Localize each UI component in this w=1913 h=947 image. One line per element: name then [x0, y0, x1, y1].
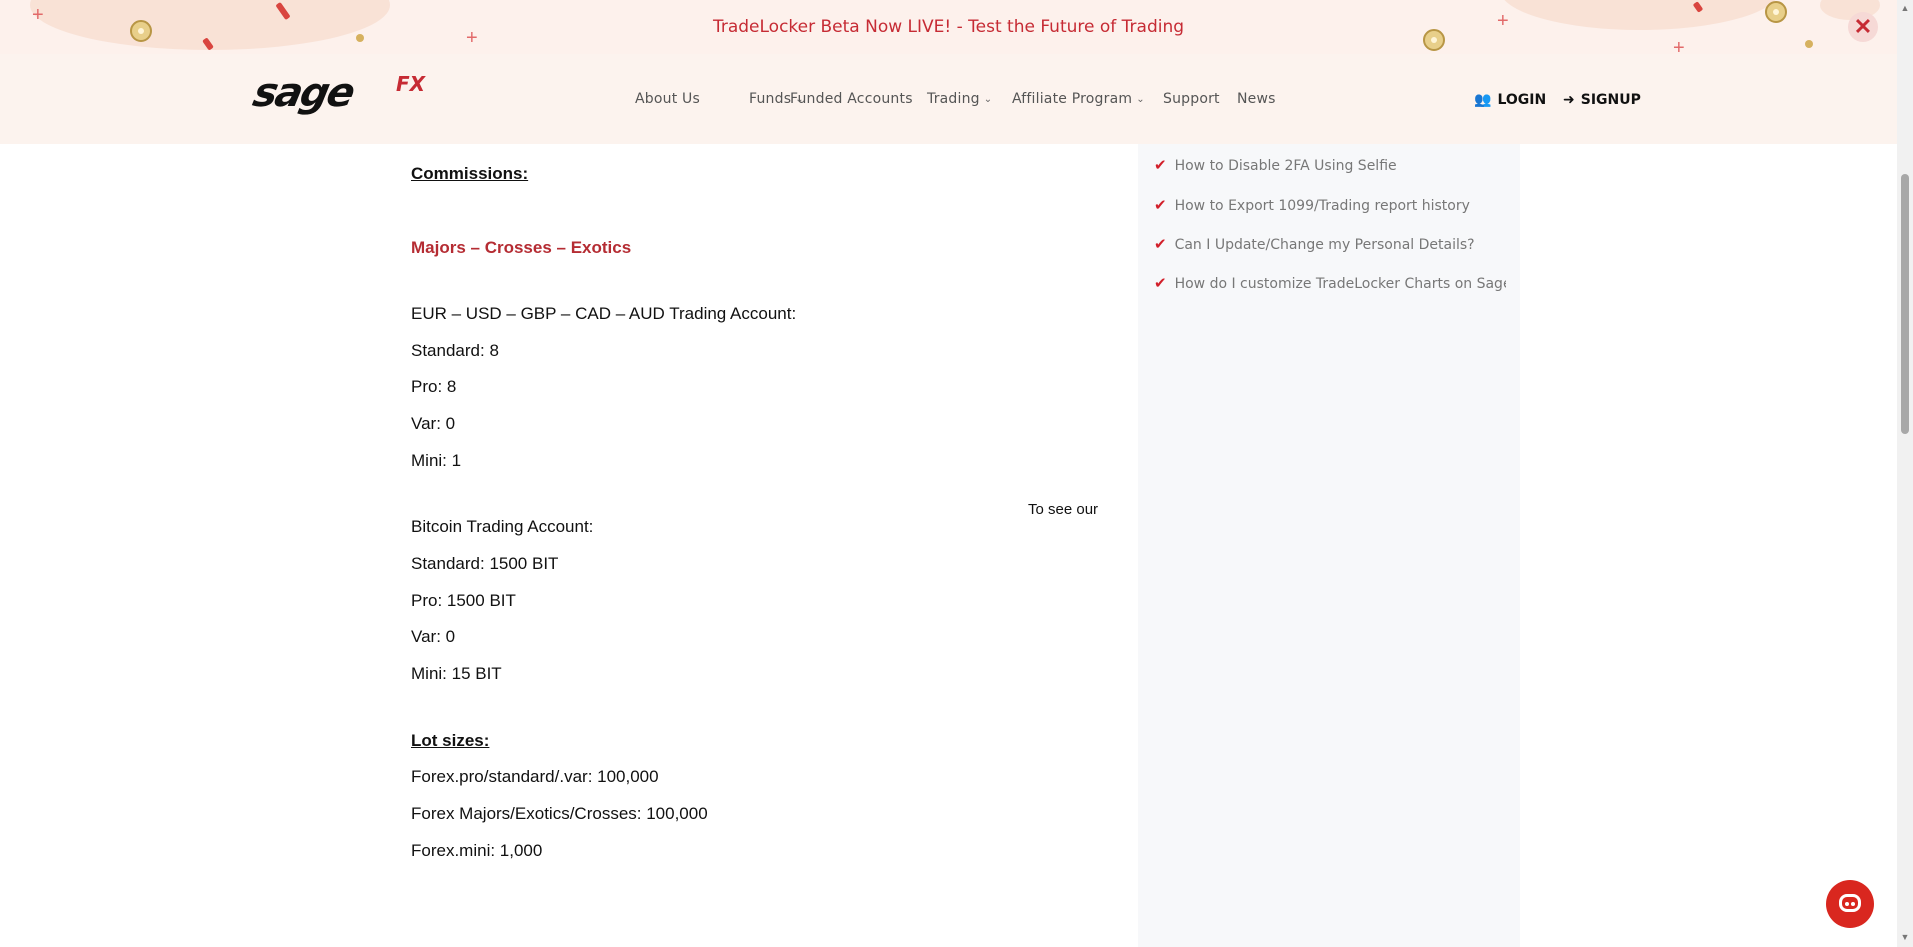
btc-row: Var: 0 [411, 627, 456, 646]
category-heading: Majors – Crosses – Exotics [411, 238, 632, 257]
close-icon: ✕ [1853, 14, 1873, 39]
nav-label: Trading [927, 91, 980, 107]
nav-about-us[interactable]: About Us [635, 91, 700, 107]
dot-decoration [1805, 40, 1813, 48]
chatbot-eye [1845, 902, 1849, 906]
scroll-down-arrow-icon[interactable]: ▼ [1900, 932, 1910, 942]
nav-trading[interactable]: Trading ⌄ [927, 91, 992, 107]
scroll-up-arrow-icon[interactable]: ▲ [1900, 3, 1910, 13]
promo-banner: + + + + TradeLocker Beta Now LIVE! - Tes… [0, 0, 1897, 54]
nav-label: News [1237, 91, 1276, 107]
fx-row: Pro: 8 [411, 377, 457, 396]
site-header: sage FX About Us Funds ⌄ Funded Accounts … [0, 54, 1897, 144]
check-icon: ✔ [1154, 235, 1167, 253]
sparkle-icon: + [1673, 37, 1685, 54]
lot-sizes-heading: Lot sizes: [411, 731, 490, 750]
lot-row: Forex.mini: 1,000 [411, 841, 543, 860]
login-button[interactable]: 👥 LOGIN [1474, 92, 1546, 108]
nav-funded-accounts[interactable]: Funded Accounts [790, 91, 913, 107]
sidebar-link[interactable]: ✔ How to Export 1099/Trading report histo… [1154, 196, 1506, 214]
related-articles-sidebar: ✔ How to Disable 2FA Using Selfie ✔ How to… [1138, 144, 1520, 947]
sidebar-link-label: Can I Update/Change my Personal Details? [1174, 237, 1475, 253]
sidebar-link-label: How do I customize TradeLocker Charts on… [1174, 276, 1506, 292]
btc-account-title: Bitcoin Trading Account: [411, 517, 594, 536]
chatbot-icon [1839, 894, 1861, 912]
nav-support[interactable]: Support [1163, 91, 1220, 107]
chevron-down-icon: ⌄ [983, 94, 993, 105]
promo-banner-text[interactable]: TradeLocker Beta Now LIVE! - Test the Fu… [0, 17, 1897, 37]
check-icon: ✔ [1154, 274, 1167, 292]
commissions-heading: Commissions: [411, 164, 529, 183]
nav-label: Funds [749, 91, 792, 107]
nav-label: Funded Accounts [790, 91, 913, 107]
scrollbar-thumb[interactable] [1901, 174, 1909, 434]
nav-label: Support [1163, 91, 1220, 107]
btc-row: Pro: 1500 BIT [411, 591, 516, 610]
btc-row: Standard: 1500 BIT [411, 554, 559, 573]
fx-row: Var: 0 [411, 414, 456, 433]
lot-row: Forex Majors/Exotics/Crosses: 100,000 [411, 804, 708, 823]
nav-news[interactable]: News [1237, 91, 1276, 107]
side-note-text: To see our [1028, 501, 1099, 518]
chatbot-eye [1851, 902, 1855, 906]
users-icon: 👥 [1474, 92, 1492, 108]
sign-in-icon: ➜ [1563, 92, 1575, 108]
signup-label: SIGNUP [1580, 92, 1641, 108]
check-icon: ✔ [1154, 156, 1167, 174]
banner-close-button[interactable]: ✕ [1848, 12, 1878, 42]
lot-row: Forex.pro/standard/.var: 100,000 [411, 767, 659, 786]
sidebar-link[interactable]: ✔ How to Disable 2FA Using Selfie [1154, 156, 1506, 174]
login-label: LOGIN [1497, 92, 1547, 108]
sidebar-link-label: How to Export 1099/Trading report histor… [1174, 198, 1470, 214]
fx-row: Standard: 8 [411, 341, 499, 360]
nav-affiliate-program[interactable]: Affiliate Program ⌄ [1012, 91, 1145, 107]
signup-button[interactable]: ➜ SIGNUP [1563, 92, 1641, 108]
fx-row: Mini: 1 [411, 451, 462, 470]
sidebar-link[interactable]: ✔ Can I Update/Change my Personal Details… [1154, 235, 1506, 253]
sidebar-link-label: How to Disable 2FA Using Selfie [1174, 158, 1397, 174]
btc-row: Mini: 15 BIT [411, 664, 502, 683]
check-icon: ✔ [1154, 196, 1167, 214]
nav-label: About Us [635, 91, 700, 107]
fx-account-title: EUR – USD – GBP – CAD – AUD Trading Acco… [411, 304, 797, 323]
nav-label: Affiliate Program [1012, 91, 1133, 107]
sidebar-link[interactable]: ✔ How do I customize TradeLocker Charts o… [1154, 274, 1506, 292]
page-scrollbar[interactable]: ▲ ▼ [1897, 0, 1913, 947]
chat-widget-button[interactable] [1826, 880, 1874, 928]
chevron-down-icon: ⌄ [1136, 94, 1145, 105]
